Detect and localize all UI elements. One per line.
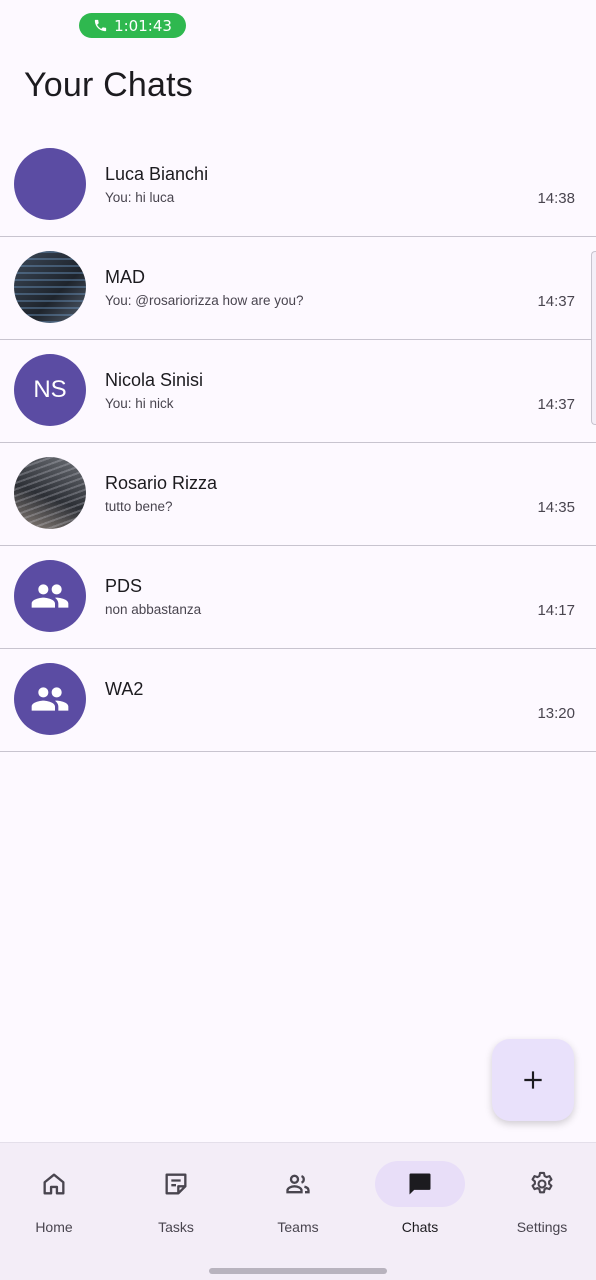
phone-icon [94,19,107,32]
chat-item-wa2[interactable]: WA2 13:20 [0,649,596,752]
avatar [14,148,86,220]
chat-name: Rosario Rizza [105,473,218,493]
nav-item-settings[interactable]: Settings [486,1161,596,1251]
group-photo-avatar [14,251,86,323]
nav-item-chats[interactable]: Chats [364,1161,476,1251]
nav-label: Settings [516,1219,568,1235]
chat-time: 14:35 [537,499,575,516]
chat-last-message: You: hi nick [105,396,174,411]
plus-icon [524,1071,542,1089]
chat-name: MAD [105,267,145,287]
chat-last-message: You: hi luca [105,190,175,205]
status-bar: 1:01:43 [0,0,596,50]
new-chat-button[interactable] [492,1039,574,1121]
chat-name: Nicola Sinisi [105,370,204,390]
chat-item-pds[interactable]: PDS non abbastanza 14:17 [0,546,596,649]
nav-label: Home [35,1219,73,1235]
chat-name: PDS [105,576,143,596]
nav-item-home[interactable]: Home [0,1161,110,1251]
chat-last-message: non abbastanza [105,602,202,617]
tasks-icon [165,1173,187,1195]
avatar-initials: NS [33,376,67,403]
teams-icon [286,1174,310,1194]
nav-label: Tasks [158,1219,194,1235]
group-avatar [14,560,86,632]
group-icon [31,687,69,711]
chat-item-luca-bianchi[interactable]: Luca Bianchi You: hi luca 14:38 [0,134,596,237]
chat-icon [409,1173,431,1195]
group-icon [31,584,69,608]
chat-last-message: You: @rosariorizza how are you? [105,293,304,308]
bottom-navigation: Home Tasks Teams Chats Settings [0,1142,596,1280]
home-gesture-bar[interactable] [209,1268,387,1274]
gear-icon [531,1171,553,1194]
chat-item-rosario-rizza[interactable]: Rosario Rizza tutto bene? 14:35 [0,443,596,546]
home-icon [43,1173,65,1195]
nav-label: Chats [401,1219,439,1235]
chat-time: 13:20 [537,705,575,722]
page-title: Your Chats [24,66,193,104]
nav-item-tasks[interactable]: Tasks [120,1161,232,1251]
chat-last-message: tutto bene? [105,499,173,514]
chat-time: 14:37 [537,293,575,310]
chat-time: 14:17 [537,602,575,619]
chat-name: WA2 [105,679,144,699]
chat-time: 14:38 [537,190,575,207]
nav-label: Teams [277,1219,319,1235]
call-timer: 1:01:43 [114,16,172,35]
ongoing-call-chip[interactable]: 1:01:43 [79,13,186,38]
chat-list: Luca Bianchi You: hi luca 14:38 MAD You:… [0,134,596,752]
chat-item-mad[interactable]: MAD You: @rosariorizza how are you? 14:3… [0,237,596,340]
nav-item-teams[interactable]: Teams [242,1161,354,1251]
group-avatar [14,663,86,735]
chat-time: 14:37 [537,396,575,413]
profile-photo-avatar [14,457,86,529]
chat-item-nicola-sinisi[interactable]: NS Nicola Sinisi You: hi nick 14:37 [0,340,596,443]
chat-name: Luca Bianchi [105,164,209,184]
initials-avatar: NS [14,354,86,426]
edge-swipe-handle[interactable] [591,251,596,425]
